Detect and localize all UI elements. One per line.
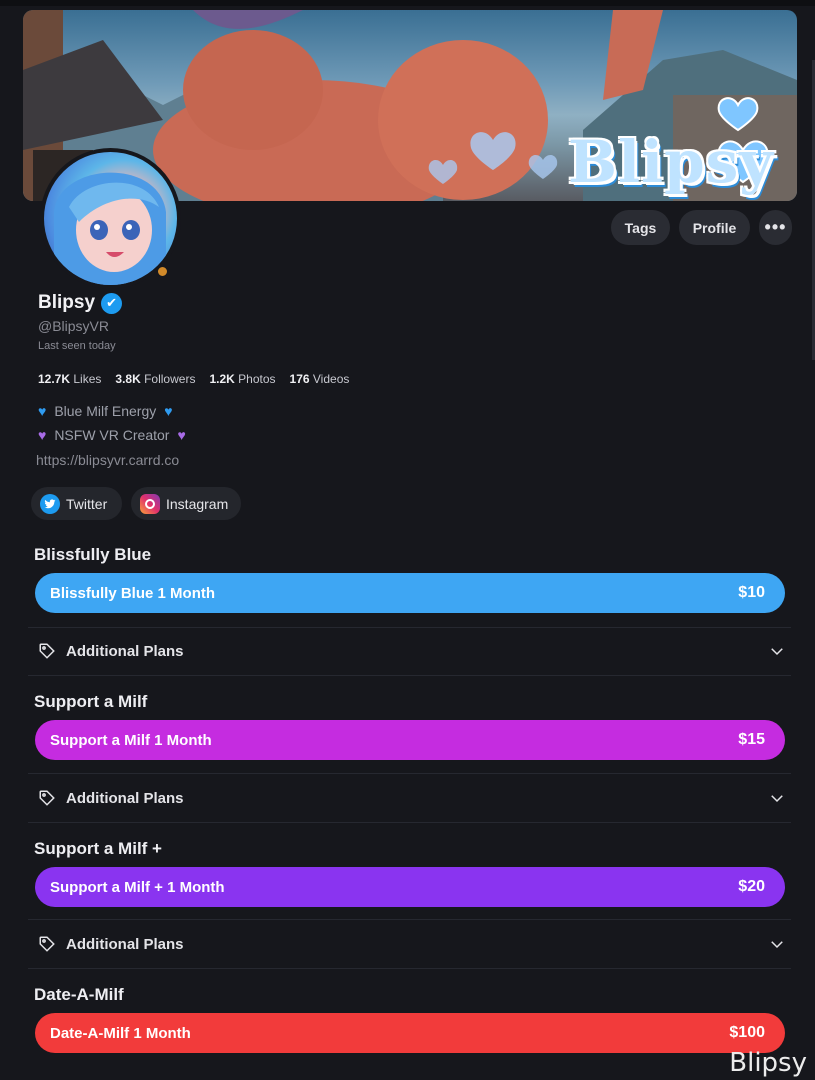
profile-handle: @BlipsyVR [38,318,110,334]
chevron-down-icon [771,941,783,949]
additional-plans-toggle[interactable]: Additional Plans [38,929,786,959]
profile-name: Blipsy [38,292,96,313]
instagram-link[interactable]: Instagram [131,487,241,520]
purple-heart-icon: ♥ [177,427,186,443]
plan-price: $20 [738,878,765,895]
last-seen-text: Last seen today [38,340,116,352]
subscribe-button[interactable]: Support a Milf 1 Month $15 [35,720,785,760]
purple-heart-icon: ♥ [38,427,47,443]
subscribe-button[interactable]: Blissfully Blue 1 Month $10 [35,573,785,613]
stat-videos: 176 Videos [289,372,350,386]
plan-name: Date-A-Milf 1 Month [50,1024,191,1042]
blue-heart-icon: ♥ [164,403,173,419]
tier-title: Date-A-Milf [34,985,124,1004]
plan-price: $15 [738,731,765,748]
tag-icon [39,936,55,952]
additional-plans-toggle[interactable]: Additional Plans [38,636,786,666]
additional-plans-label: Additional Plans [66,642,184,660]
online-status-dot [156,265,169,278]
tag-icon [39,643,55,659]
twitter-label: Twitter [66,495,108,512]
subscribe-button[interactable]: Support a Milf + 1 Month $20 [35,867,785,907]
divider [28,968,791,969]
additional-plans-label: Additional Plans [66,935,184,953]
divider [28,773,791,774]
stat-likes: 12.7K Likes [38,372,102,386]
bio-line: ♥ Blue Milf Energy ♥ [38,403,173,419]
divider [28,919,791,920]
blue-heart-icon: ♥ [38,403,47,419]
plan-name: Support a Milf 1 Month [50,731,212,749]
profile-link[interactable]: https://blipsyvr.carrd.co [36,452,179,468]
more-options-button[interactable]: ••• [759,210,792,245]
banner-logo-text: Blipsy [568,128,774,196]
tag-icon [39,790,55,806]
twitter-icon [40,493,60,514]
avatar-image [44,152,177,285]
instagram-label: Instagram [166,495,229,512]
stat-followers: 3.8K Followers [115,372,196,386]
additional-plans-label: Additional Plans [66,789,184,807]
top-bar [0,0,815,6]
chevron-down-icon [771,648,783,656]
bio-text: NSFW VR Creator [54,427,170,443]
profile-button[interactable]: Profile [679,210,750,245]
stat-photos: 1.2K Photos [209,372,276,386]
profile-name-row: Blipsy ✔ [38,292,123,314]
plan-price: $10 [738,584,765,601]
plan-price: $100 [729,1024,765,1041]
chevron-down-icon [771,795,783,803]
bio-line: ♥ NSFW VR Creator ♥ [38,427,186,443]
verified-badge-icon: ✔ [101,292,123,314]
tier-title: Blissfully Blue [34,545,152,564]
divider [28,627,791,628]
bio-text: Blue Milf Energy [54,403,157,419]
subscribe-button[interactable]: Date-A-Milf 1 Month $100 [35,1013,785,1053]
divider [28,675,791,676]
plan-name: Support a Milf + 1 Month [50,878,225,896]
more-icon: ••• [764,217,787,237]
tags-button[interactable]: Tags [611,210,670,245]
watermark-text: Blipsy [729,1048,807,1078]
tier-title: Support a Milf [34,692,148,711]
profile-stats: 12.7K Likes 3.8K Followers 1.2K Photos 1… [38,372,349,386]
instagram-icon [140,493,160,514]
divider [28,822,791,823]
plan-name: Blissfully Blue 1 Month [50,584,216,602]
twitter-link[interactable]: Twitter [31,487,122,520]
tier-title: Support a Milf + [34,839,162,858]
additional-plans-toggle[interactable]: Additional Plans [38,783,786,813]
